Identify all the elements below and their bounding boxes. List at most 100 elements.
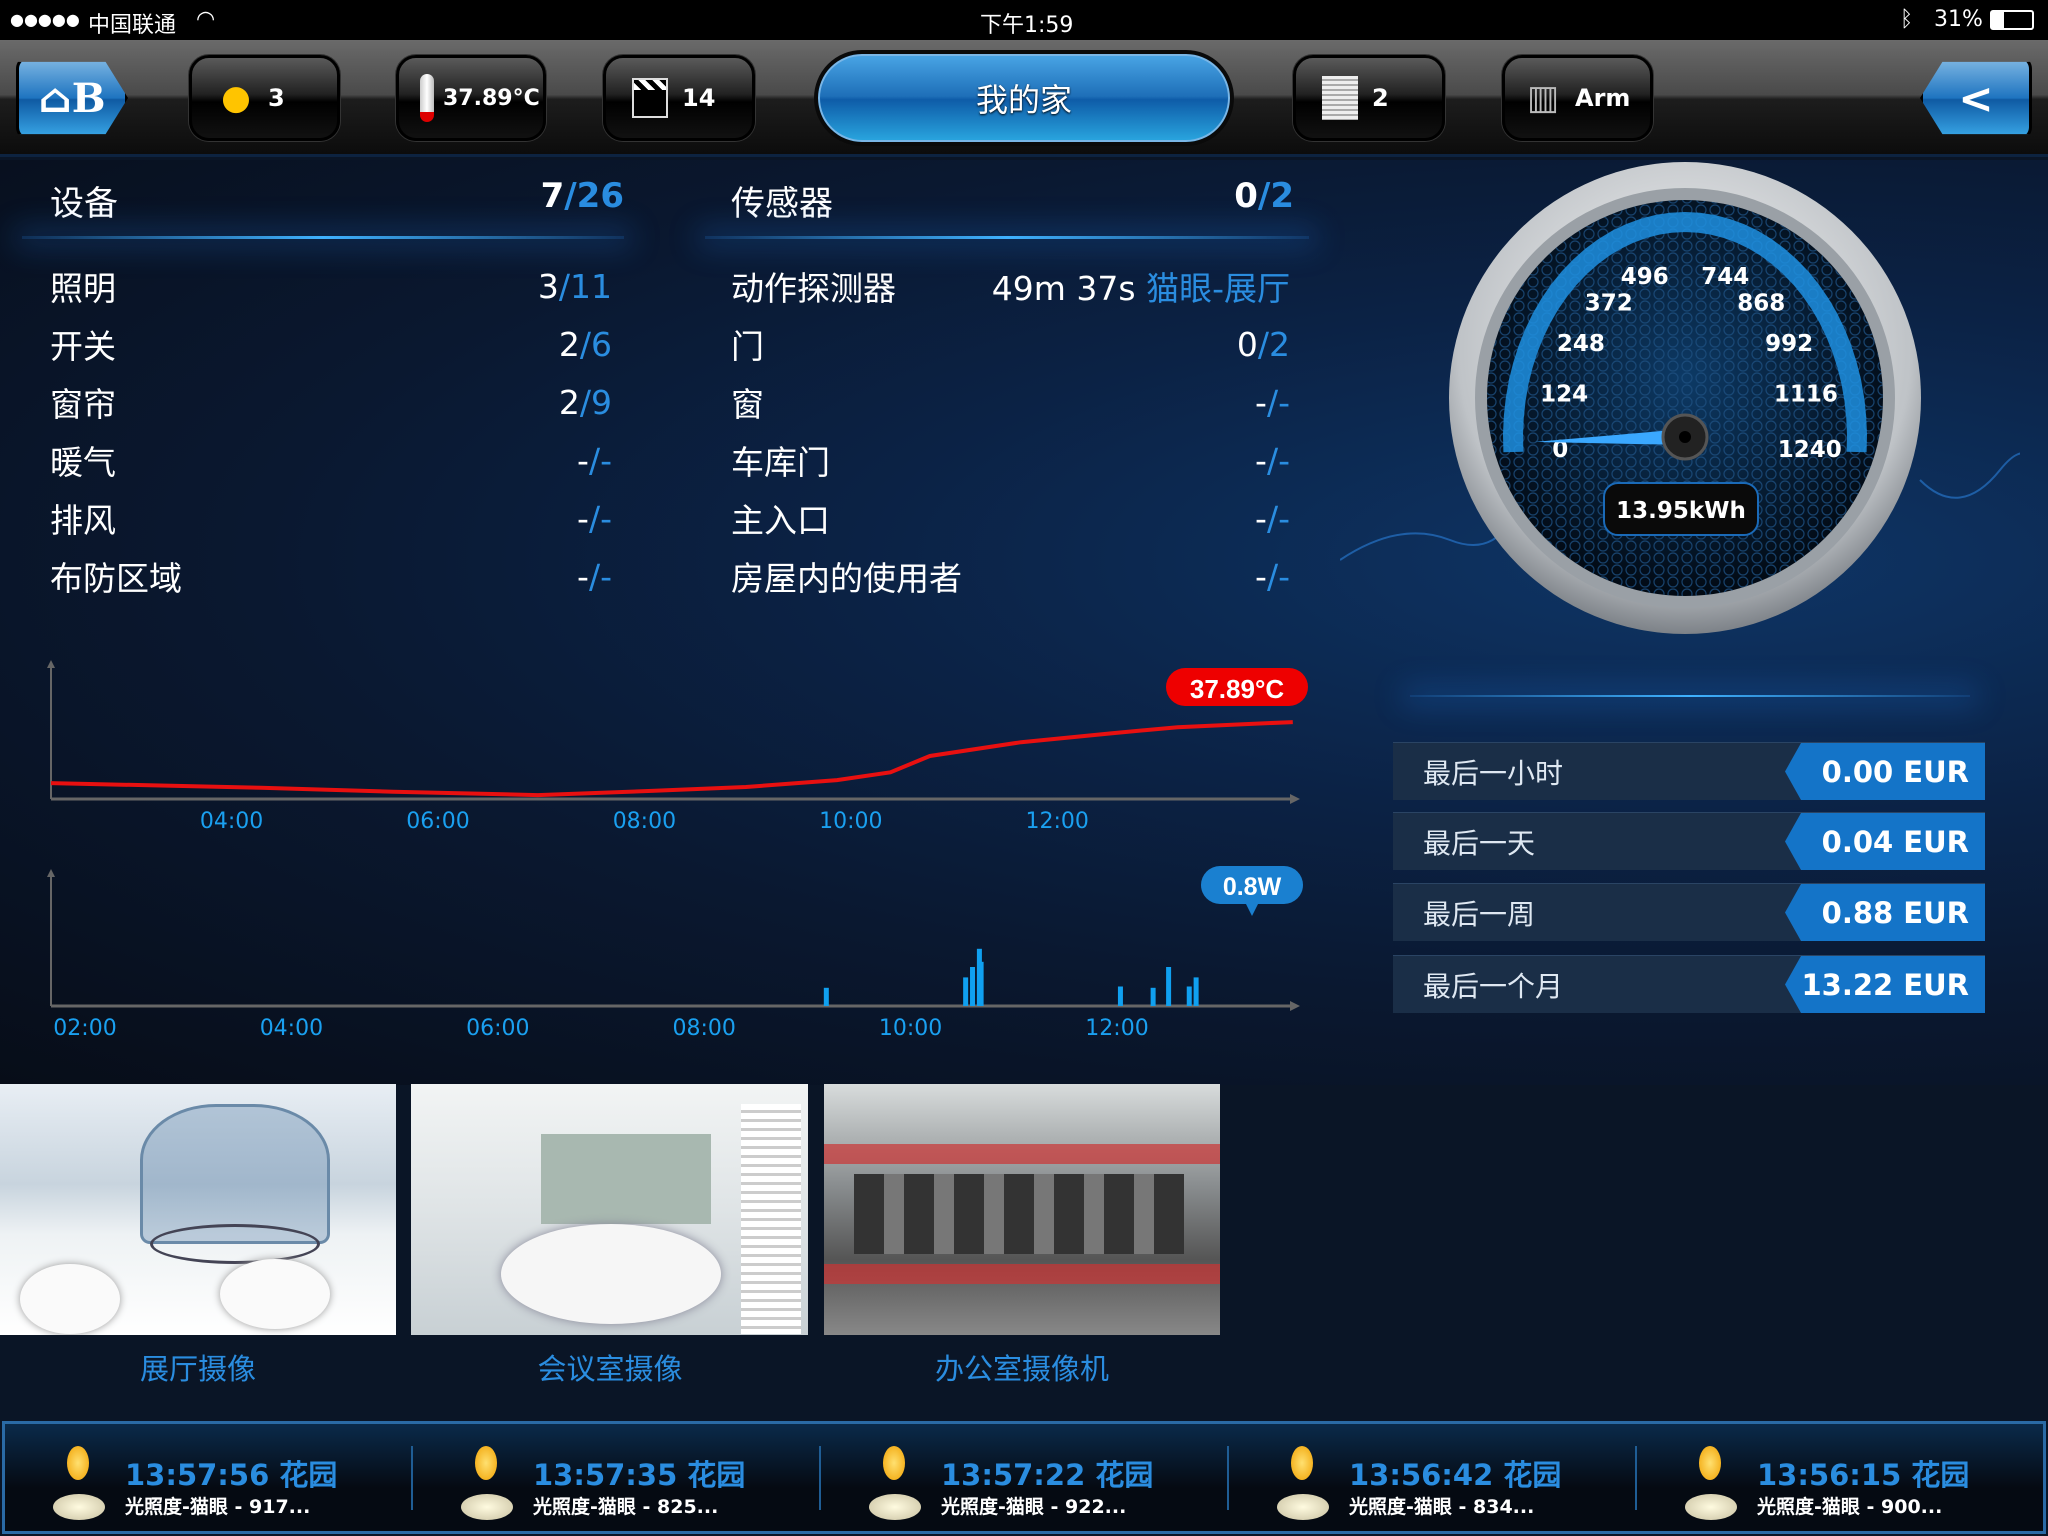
event-item[interactable]: 13:57:22 花园 光照度-猫眼 - 922...: [821, 1424, 1229, 1531]
sensors-row[interactable]: 门 0/2: [731, 319, 1290, 369]
camera-label[interactable]: 展厅摄像: [140, 1346, 256, 1388]
divider: [819, 1446, 821, 1510]
row-value: -/-: [577, 556, 612, 596]
status-bar: ●●●●● 中国联通 ◠ 下午1:59 ᛒ 31%: [0, 0, 2048, 40]
sensors-row[interactable]: 主入口 -/-: [731, 493, 1290, 543]
devices-row[interactable]: 窗帘 2/9: [50, 377, 612, 427]
x-tick-label: 06:00: [466, 1016, 530, 1041]
event-time: 13:57:56 花园: [125, 1458, 338, 1492]
gauge-tick-label: 992: [1765, 331, 1813, 357]
cost-period: 最后一天: [1423, 826, 1536, 860]
devices-row[interactable]: 开关 2/6: [50, 319, 612, 369]
row-label: 门: [731, 327, 764, 366]
temperature-series-line: [50, 720, 1293, 798]
cost-value: 0.04 EUR: [1785, 813, 1985, 870]
charts: 37.89°C 0.8W: [47, 660, 1308, 1011]
power-bar: [1166, 967, 1172, 1006]
cost-value: 0.00 EUR: [1785, 743, 1985, 800]
back-button[interactable]: <: [1920, 61, 2032, 135]
alarm-label: Arm: [1575, 84, 1631, 112]
scenes-button[interactable]: 14: [603, 55, 755, 141]
sensors-row[interactable]: 动作探测器 49m 37s 猫眼-展厅: [731, 261, 1290, 311]
x-tick-label: 10:00: [819, 809, 883, 834]
power-bar: [1117, 986, 1123, 1006]
sensors-row[interactable]: 车库门 -/-: [731, 435, 1290, 485]
home-title-button[interactable]: 我的家: [814, 50, 1234, 146]
gauge-tick-label: 868: [1737, 290, 1785, 316]
cost-period: 最后一小时: [1423, 756, 1564, 790]
devices-row[interactable]: 照明 3/11: [50, 261, 612, 311]
row-value: 2/6: [558, 324, 612, 364]
camera-feed-meeting-room[interactable]: [411, 1084, 808, 1335]
event-detail: 光照度-猫眼 - 917...: [125, 1496, 311, 1518]
lightbulb-icon: ●: [221, 78, 251, 118]
row-label: 房屋内的使用者: [731, 559, 962, 598]
devices-row[interactable]: 暖气 -/-: [50, 435, 612, 485]
event-item[interactable]: 13:57:35 花园 光照度-猫眼 - 825...: [413, 1424, 821, 1531]
shutter-icon: [1322, 73, 1358, 123]
toolbar: ⌂B ● 3 37.89°C 14 我的家 2 ▥ Arm <: [0, 40, 2048, 157]
devices-count: 7/26: [540, 176, 624, 216]
thermometer-icon: [417, 73, 437, 123]
power-bar: [1186, 986, 1192, 1006]
shutters-button[interactable]: 2: [1293, 55, 1445, 141]
row-label: 排风: [50, 501, 116, 540]
row-value: -/-: [1255, 556, 1290, 596]
light-sensor-icon: [865, 1446, 925, 1520]
alarm-icon: ▥: [1526, 78, 1560, 118]
energy-gauge: 0124248372496 74486899211161240 13.95kWh: [1340, 162, 2020, 634]
power-chart: 0.8W: [47, 866, 1303, 1011]
lights-button[interactable]: ● 3: [189, 55, 340, 141]
shutters-count: 2: [1372, 84, 1389, 112]
alarm-button[interactable]: ▥ Arm: [1502, 55, 1653, 141]
camera-feed-showroom[interactable]: [0, 1084, 396, 1335]
carrier-name: 中国联通: [88, 13, 177, 38]
devices-row[interactable]: 排风 -/-: [50, 493, 612, 543]
divider: [22, 236, 624, 239]
gauge-tick-label: 744: [1701, 264, 1749, 290]
camera-label[interactable]: 办公室摄像机: [935, 1346, 1109, 1388]
camera-label[interactable]: 会议室摄像: [537, 1346, 682, 1388]
row-label: 车库门: [731, 443, 830, 482]
row-label: 开关: [50, 327, 116, 366]
cost-value: 13.22 EUR: [1785, 956, 1985, 1013]
cost-row: 最后一个月 13.22 EUR: [1393, 955, 1985, 1013]
scenes-count: 14: [682, 84, 716, 112]
sensors-count: 0/2: [1234, 176, 1294, 216]
light-sensor-icon: [457, 1446, 517, 1520]
row-value: -/-: [577, 440, 612, 480]
event-time: 13:57:22 花园: [941, 1458, 1154, 1492]
battery-percent: 31%: [1934, 7, 1983, 32]
wifi-icon: ◠: [196, 7, 216, 32]
power-bar: [1150, 987, 1156, 1006]
lights-count: 3: [268, 84, 285, 112]
event-item[interactable]: 13:57:56 花园光照度-猫眼 - 917...: [5, 1424, 413, 1531]
camera-feed-office[interactable]: [824, 1084, 1220, 1335]
temperature-current-badge: 37.89°C: [1166, 668, 1308, 706]
row-value: 0/2: [1236, 324, 1290, 364]
row-value: -/-: [1255, 498, 1290, 538]
event-item[interactable]: 13:56:15 花园 光照度-猫眼 - 900...: [1637, 1424, 2045, 1531]
divider: [411, 1446, 413, 1510]
home-button[interactable]: ⌂B: [16, 61, 128, 135]
power-current-value: 0.8W: [1223, 873, 1282, 901]
divider: [1635, 1446, 1637, 1510]
power-bar: [963, 977, 969, 1006]
gauge-tick-label: 496: [1621, 264, 1669, 290]
battery-icon: [1990, 10, 2034, 30]
sensors-row[interactable]: 房屋内的使用者 -/-: [731, 551, 1290, 601]
row-value: -/-: [577, 498, 612, 538]
lightning-decor: [1919, 452, 2020, 499]
sensors-row[interactable]: 窗 -/-: [731, 377, 1290, 427]
row-label: 主入口: [731, 501, 830, 540]
light-sensor-icon: [49, 1446, 109, 1520]
temperature-button[interactable]: 37.89°C: [396, 55, 546, 141]
event-detail: 光照度-猫眼 - 900...: [1757, 1496, 1943, 1518]
clapperboard-icon: [632, 73, 668, 123]
event-detail: 光照度-猫眼 - 825...: [533, 1496, 719, 1518]
devices-row[interactable]: 布防区域 -/-: [50, 551, 612, 601]
row-value: 49m 37s 猫眼-展厅: [991, 269, 1290, 308]
divider: [1410, 695, 1970, 697]
row-value: -/-: [1255, 440, 1290, 480]
event-item[interactable]: 13:56:42 花园 光照度-猫眼 - 834...: [1229, 1424, 1637, 1531]
